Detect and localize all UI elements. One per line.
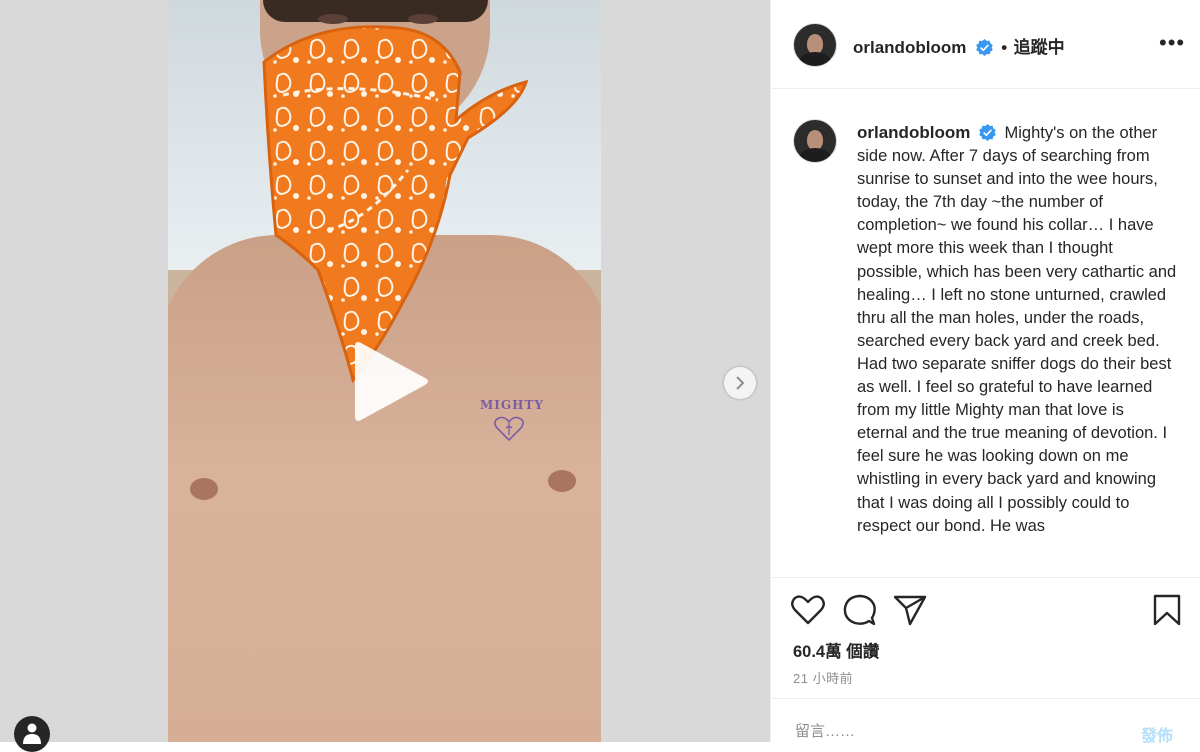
- caption-username-link[interactable]: orlandobloom: [857, 123, 970, 142]
- heart-tattoo-icon: [494, 416, 524, 442]
- chest-detail: [190, 478, 218, 500]
- following-status-button[interactable]: 追蹤中: [1014, 38, 1065, 57]
- verified-badge-icon: [975, 38, 993, 56]
- caption-avatar[interactable]: [793, 119, 837, 163]
- post-actions: 60.4萬 個讚 21 小時前: [771, 577, 1200, 699]
- chest-detail: [548, 470, 576, 492]
- caption: orlandobloom Mighty's on the other side …: [857, 121, 1177, 538]
- post-panel: orlandobloom • 追蹤中 ••• orlandobloom Migh…: [770, 0, 1200, 745]
- share-icon[interactable]: [893, 594, 927, 626]
- post-header: orlandobloom • 追蹤中 •••: [771, 0, 1200, 89]
- profile-button[interactable]: [14, 716, 50, 752]
- heart-icon[interactable]: [791, 594, 825, 626]
- caption-section[interactable]: orlandobloom Mighty's on the other side …: [771, 89, 1200, 577]
- post-timestamp[interactable]: 21 小時前: [793, 668, 853, 687]
- comment-input[interactable]: [793, 722, 1117, 741]
- profile-icon: [23, 723, 41, 744]
- post-comment-button[interactable]: 發佈: [1141, 722, 1173, 746]
- comment-bar: 發佈: [771, 698, 1200, 745]
- bookmark-icon[interactable]: [1152, 594, 1182, 626]
- media-viewer: MIGHTY: [0, 0, 770, 752]
- more-icon[interactable]: •••: [1159, 30, 1185, 56]
- next-media-button[interactable]: [724, 367, 756, 399]
- username-link[interactable]: orlandobloom: [853, 38, 966, 57]
- likes-count[interactable]: 60.4萬 個讚: [793, 638, 879, 662]
- comment-icon[interactable]: [843, 594, 877, 626]
- tattoo-text: MIGHTY: [480, 398, 544, 412]
- caption-text: Mighty's on the other side now. After 7 …: [857, 124, 1177, 535]
- avatar[interactable]: [793, 23, 837, 67]
- play-icon[interactable]: [347, 340, 429, 422]
- header-user-line: orlandobloom • 追蹤中: [853, 33, 1065, 58]
- verified-badge-icon: [979, 123, 996, 141]
- chevron-right-icon: [736, 376, 745, 390]
- follow-separator: •: [1001, 38, 1008, 57]
